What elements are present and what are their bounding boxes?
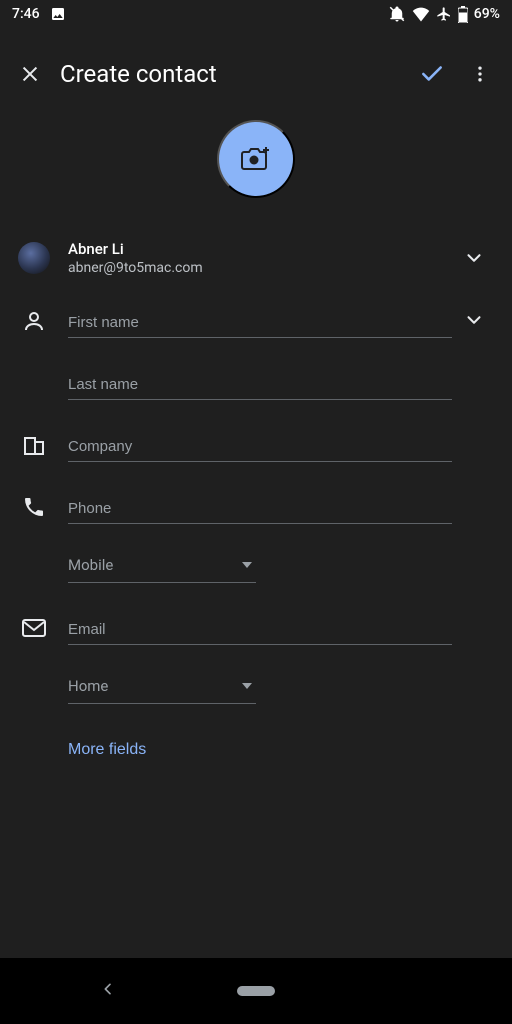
dropdown-icon: [242, 562, 252, 568]
nav-home-pill[interactable]: [237, 986, 275, 996]
wifi-icon: [412, 6, 430, 22]
dnd-off-icon: [388, 5, 406, 23]
status-bar: 7:46 69%: [0, 0, 512, 28]
battery-icon: [458, 6, 468, 23]
avatar: [18, 242, 50, 274]
page-title: Create contact: [54, 60, 408, 88]
airplane-icon: [436, 6, 452, 22]
name-expand-button[interactable]: [463, 309, 485, 334]
more-vert-icon: [470, 64, 490, 84]
email-input[interactable]: [68, 615, 452, 645]
account-name: Abner Li: [68, 240, 452, 258]
close-button[interactable]: [6, 50, 54, 98]
check-icon: [419, 61, 445, 87]
person-icon: [22, 309, 46, 333]
system-nav-bar: [0, 958, 512, 1024]
more-fields-button[interactable]: More fields: [68, 741, 146, 759]
phone-type-value: Mobile: [68, 556, 113, 574]
image-icon: [50, 6, 66, 22]
phone-type-select[interactable]: Mobile: [68, 546, 256, 583]
phone-input[interactable]: [68, 494, 452, 524]
status-battery-pct: 69%: [474, 6, 500, 22]
chevron-down-icon: [463, 247, 485, 269]
account-row[interactable]: Abner Li abner@9to5mac.com: [0, 232, 512, 290]
account-email: abner@9to5mac.com: [68, 260, 452, 276]
company-icon: [22, 433, 46, 457]
chevron-down-icon: [463, 309, 485, 331]
add-photo-icon: [241, 146, 271, 172]
app-bar: Create contact: [0, 46, 512, 102]
overflow-button[interactable]: [456, 50, 504, 98]
status-time: 7:46: [12, 6, 40, 22]
nav-back-button[interactable]: [100, 981, 116, 1001]
add-photo-button[interactable]: [217, 120, 295, 198]
last-name-input[interactable]: [68, 370, 452, 400]
first-name-input[interactable]: [68, 308, 452, 338]
email-type-select[interactable]: Home: [68, 667, 256, 704]
close-icon: [19, 63, 41, 85]
email-type-value: Home: [68, 677, 108, 695]
company-input[interactable]: [68, 432, 452, 462]
email-icon: [21, 618, 47, 638]
save-button[interactable]: [408, 50, 456, 98]
back-icon: [100, 981, 116, 997]
phone-icon: [22, 495, 46, 519]
dropdown-icon: [242, 683, 252, 689]
